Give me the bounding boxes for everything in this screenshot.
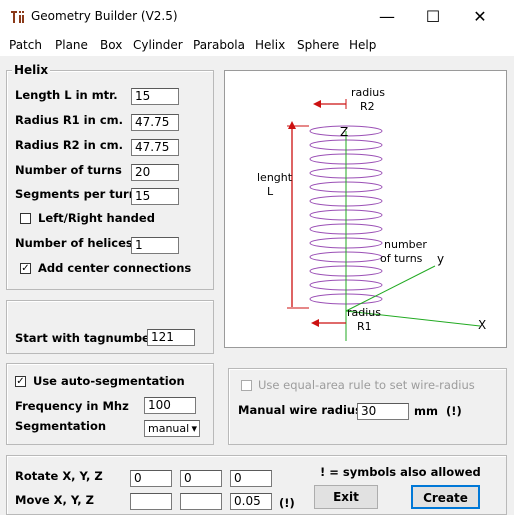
manual-radius-note: (!)	[446, 404, 462, 418]
radius-r1-input[interactable]: 47.75	[131, 114, 179, 131]
equal-area-checkbox[interactable]	[241, 380, 252, 391]
rotate-y-input[interactable]: 0	[180, 470, 222, 487]
menu-plane[interactable]: Plane	[55, 38, 88, 52]
length-label: Length L in mtr.	[15, 88, 118, 102]
diagram-radius-bottom-label: radius	[347, 306, 382, 319]
rotate-x-input[interactable]: 0	[130, 470, 172, 487]
diagram-of-turns-label: of turns	[380, 252, 423, 265]
helices-label: Number of helices	[15, 236, 133, 250]
frequency-input[interactable]: 100	[144, 397, 196, 414]
window-title: Geometry Builder (V2.5)	[31, 9, 178, 23]
diagram-lenght-label: lenght	[257, 171, 293, 184]
diagram-x-axis-label: X	[478, 318, 487, 332]
tag-label: Start with tagnumber	[15, 331, 156, 345]
segmentation-select[interactable]: manual ▾	[144, 420, 200, 437]
radius-r2-input[interactable]: 47.75	[131, 139, 179, 156]
center-checkbox[interactable]: ✓	[20, 263, 31, 274]
maximize-button[interactable]: ☐	[418, 4, 448, 30]
radius-r2-label: Radius R2 in cm.	[15, 138, 123, 152]
auto-seg-checkbox[interactable]: ✓	[15, 376, 26, 387]
manual-radius-label: Manual wire radius	[238, 403, 362, 417]
rotate-label: Rotate X, Y, Z	[15, 469, 103, 483]
exit-button[interactable]: Exit	[314, 485, 378, 509]
menu-parabola[interactable]: Parabola	[193, 38, 245, 52]
symbols-note: ! = symbols also allowed	[320, 465, 481, 479]
equal-area-label: Use equal-area rule to set wire-radius	[258, 378, 475, 392]
turns-input[interactable]: 20	[131, 164, 179, 181]
diagram-l-label: L	[267, 185, 274, 198]
turns-label: Number of turns	[15, 163, 122, 177]
menu-patch[interactable]: Patch	[9, 38, 42, 52]
tag-input[interactable]: 121	[147, 329, 195, 346]
diagram-number-label: number	[384, 238, 427, 251]
center-label: Add center connections	[38, 261, 192, 275]
manual-radius-input[interactable]: 30	[357, 403, 409, 420]
menu-helix[interactable]: Helix	[255, 38, 285, 52]
chevron-down-icon: ▾	[191, 422, 197, 435]
move-z-input[interactable]: 0.05	[230, 493, 272, 510]
diagram-z-axis-label: Z	[340, 125, 349, 139]
segmentation-label: Segmentation	[15, 419, 107, 433]
diagram-radius-top-label: radius	[351, 86, 386, 99]
auto-seg-label: Use auto-segmentation	[33, 374, 185, 388]
close-button[interactable]: ✕	[465, 4, 495, 30]
move-label: Move X, Y, Z	[15, 493, 95, 507]
menu-box[interactable]: Box	[100, 38, 122, 52]
length-input[interactable]: 15	[131, 88, 179, 105]
menu-help[interactable]: Help	[349, 38, 376, 52]
helix-legend: Helix	[12, 63, 51, 77]
radius-r1-label: Radius R1 in cm.	[15, 113, 123, 127]
create-button[interactable]: Create	[411, 485, 480, 509]
segments-label: Segments per turn	[15, 187, 137, 201]
helices-input[interactable]: 1	[131, 237, 179, 254]
segments-input[interactable]: 15	[131, 188, 179, 205]
diagram-y-axis-label: y	[437, 252, 445, 266]
handed-checkbox[interactable]	[20, 213, 31, 224]
frequency-label: Frequency in Mhz	[15, 399, 129, 413]
diagram-r1-label: R1	[357, 320, 372, 333]
minimize-button[interactable]: —	[372, 4, 402, 30]
move-x-input[interactable]	[130, 493, 172, 510]
menu-cylinder[interactable]: Cylinder	[133, 38, 183, 52]
helix-group	[6, 70, 214, 290]
rotate-z-input[interactable]: 0	[230, 470, 272, 487]
move-y-input[interactable]	[180, 493, 222, 510]
manual-radius-unit: mm	[414, 404, 438, 418]
diagram-r2-label: R2	[360, 100, 375, 113]
handed-label: Left/Right handed	[38, 211, 155, 225]
move-note: (!)	[279, 496, 295, 510]
segmentation-value: manual	[148, 422, 190, 435]
app-logo-icon	[11, 11, 24, 23]
menu-sphere[interactable]: Sphere	[297, 38, 339, 52]
